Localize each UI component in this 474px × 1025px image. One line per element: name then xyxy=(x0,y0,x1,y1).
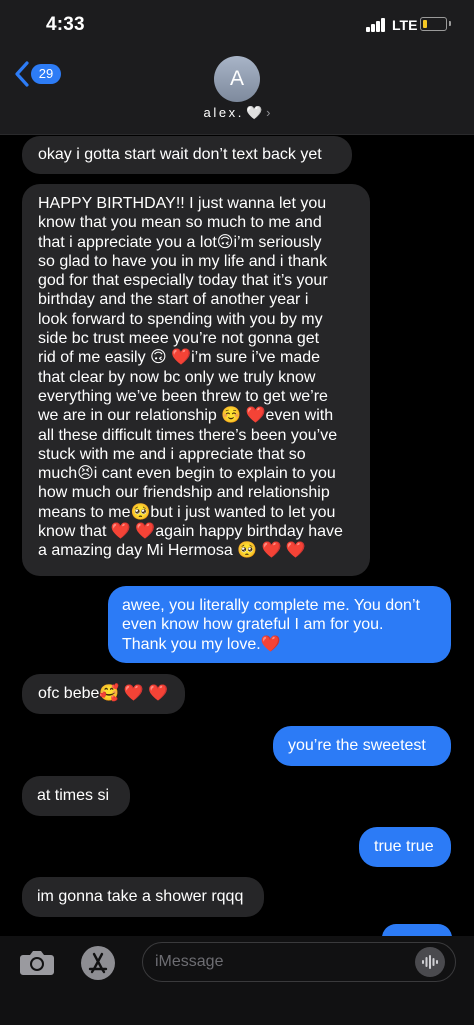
contact-name-button[interactable]: alex. 🤍 › xyxy=(0,105,474,121)
received-message[interactable]: okay i gotta start wait don’t text back … xyxy=(22,136,352,174)
avatar-initial: A xyxy=(229,67,244,90)
audio-waveform-icon xyxy=(422,955,438,969)
received-message[interactable]: im gonna take a shower rqqq xyxy=(22,877,264,917)
battery-cap xyxy=(449,21,451,26)
contact-chevron-icon: › xyxy=(266,105,271,120)
sent-message[interactable]: true true xyxy=(359,827,451,867)
received-message[interactable]: ofc bebe🥰 ❤️ ❤️ xyxy=(22,674,185,714)
app-store-icon[interactable] xyxy=(80,945,116,981)
received-message[interactable]: HAPPY BIRTHDAY!! I just wanna let you kn… xyxy=(22,184,370,576)
battery-level xyxy=(423,20,427,28)
contact-name: alex. xyxy=(203,105,244,120)
status-time: 4:33 xyxy=(46,14,85,35)
message-input-placeholder: iMessage xyxy=(155,953,224,970)
conversation-header: 4:33 LTE 29 A alex. 🤍 › xyxy=(0,0,474,135)
cellular-signal-icon xyxy=(366,18,388,32)
network-type: LTE xyxy=(392,17,418,33)
audio-message-button[interactable] xyxy=(415,947,445,977)
contact-name-emoji: 🤍 xyxy=(245,105,263,120)
back-unread-count[interactable]: 29 xyxy=(31,64,61,84)
contact-avatar[interactable]: A xyxy=(214,56,260,102)
sent-message[interactable]: you’re the sweetest xyxy=(273,726,451,766)
sent-message[interactable]: awee, you literally complete me. You don… xyxy=(108,586,451,663)
camera-icon[interactable] xyxy=(18,947,56,977)
battery-icon xyxy=(420,17,447,31)
received-message[interactable]: at times si xyxy=(22,776,130,816)
